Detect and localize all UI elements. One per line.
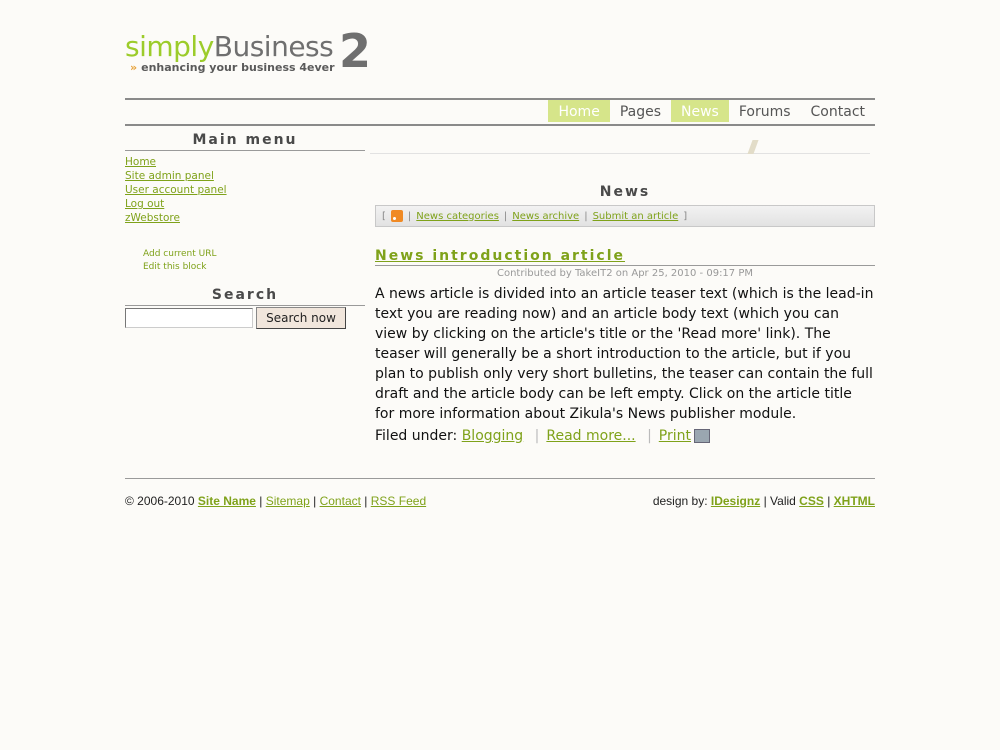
news-categories-link[interactable]: News categories [416, 211, 499, 222]
tagline-arrow: » [130, 61, 138, 74]
bar-sep: | [503, 210, 508, 222]
bar-open-bracket: [ [382, 210, 386, 222]
main-menu: Home Site admin panel User account panel… [125, 153, 365, 224]
search-button[interactable]: Search now [256, 307, 346, 329]
xhtml-valid-link[interactable]: XHTML [834, 494, 875, 508]
article-body: A news article is divided into an articl… [375, 286, 874, 422]
sitemap-link[interactable]: Sitemap [266, 494, 310, 508]
designer-link[interactable]: IDesignz [711, 494, 760, 508]
main-navigation: Home Pages News Forums Contact [548, 100, 875, 122]
footer-sep: | [313, 494, 317, 508]
nav-pages[interactable]: Pages [610, 100, 671, 122]
footer-right: design by: IDesignz | Valid CSS | XHTML [653, 494, 875, 508]
edit-block-link[interactable]: Edit this block [143, 261, 365, 274]
search-input[interactable] [125, 308, 253, 328]
footer-sep: | [647, 428, 652, 444]
filed-under-label: Filed under: [375, 428, 458, 444]
search-form: Search now [125, 307, 365, 329]
category-link[interactable]: Blogging [462, 428, 523, 444]
logo-text: simplyBusiness [125, 30, 334, 63]
menu-link-zwebstore[interactable]: zWebstore [125, 212, 180, 224]
site-name-link[interactable]: Site Name [198, 494, 256, 508]
nav-forums[interactable]: Forums [729, 100, 801, 122]
top-navbar: Home Pages News Forums Contact [125, 98, 875, 126]
footer-sep: | [763, 494, 767, 508]
block-admin-links: Add current URL Edit this block [143, 248, 365, 274]
nav-home[interactable]: Home [548, 100, 610, 122]
page-footer: © 2006-2010 Site Name | Sitemap | Contac… [125, 478, 875, 508]
rss-feed-link[interactable]: RSS Feed [371, 494, 426, 508]
design-by-label: design by: [652, 494, 708, 508]
bar-sep: | [407, 210, 412, 222]
valid-label: Valid [770, 494, 796, 508]
submit-article-link[interactable]: Submit an article [593, 211, 679, 222]
menu-item-zwebstore: zWebstore [125, 209, 365, 224]
printer-icon[interactable] [694, 429, 710, 443]
header-divider [370, 140, 870, 156]
print-link[interactable]: Print [659, 428, 691, 444]
main-menu-title: Main menu [125, 132, 365, 151]
contact-link[interactable]: Contact [320, 494, 361, 508]
left-sidebar: Main menu Home Site admin panel User acc… [125, 132, 365, 329]
news-archive-link[interactable]: News archive [512, 211, 579, 222]
decorative-stroke [747, 140, 759, 154]
footer-sep: | [364, 494, 368, 508]
tagline-text: enhancing your business 4ever [141, 61, 335, 74]
rss-icon[interactable] [390, 210, 403, 222]
bar-sep: | [584, 210, 588, 222]
news-article: News introduction article Contributed by… [375, 248, 875, 446]
read-more-link[interactable]: Read more... [546, 428, 635, 444]
logo-tagline: » enhancing your business 4ever [130, 61, 335, 74]
add-current-url-link[interactable]: Add current URL [143, 248, 365, 261]
logo-number: 2 [339, 24, 372, 78]
copyright-text: © 2006-2010 [125, 494, 195, 508]
menu-item-home: Home [125, 153, 365, 168]
article-title[interactable]: News introduction article [375, 248, 875, 266]
menu-item-user-account: User account panel [125, 181, 365, 196]
nav-news[interactable]: News [671, 100, 729, 122]
css-valid-link[interactable]: CSS [799, 494, 824, 508]
news-toolbar: [ | News categories | News archive | Sub… [375, 205, 875, 227]
footer-sep: | [827, 494, 831, 508]
logo-business: Business [213, 30, 334, 63]
article-footer: Filed under: Blogging | Read more... | Pri… [375, 426, 875, 446]
logo-simply: simply [125, 30, 214, 63]
footer-sep: | [259, 494, 263, 508]
news-title: News [599, 184, 651, 200]
nav-contact[interactable]: Contact [801, 100, 875, 122]
bar-close-bracket: ] [683, 210, 688, 222]
search-title: Search [125, 287, 365, 306]
footer-left: © 2006-2010 Site Name | Sitemap | Contac… [125, 494, 426, 508]
menu-item-logout: Log out [125, 195, 365, 210]
footer-sep: | [534, 428, 540, 444]
article-meta: Contributed by TakeIT2 on Apr 25, 2010 -… [496, 268, 753, 279]
menu-item-site-admin: Site admin panel [125, 167, 365, 182]
